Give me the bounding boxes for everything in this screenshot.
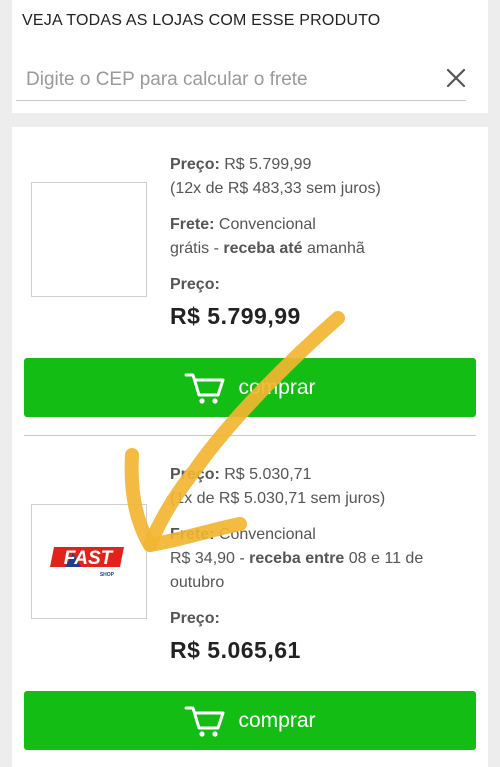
store-logo [31,182,147,297]
divider [24,435,476,436]
cep-input[interactable] [16,60,466,101]
price-line: Preço: R$ 5.799,99 [170,156,312,173]
installments: (1x de R$ 5.030,71 sem juros) [170,490,386,507]
fastshop-logo: FAST SHOP [50,547,124,578]
section-title: VEJA TODAS AS LOJAS COM ESSE PRODUTO [22,12,381,29]
installments: (12x de R$ 483,33 sem juros) [170,180,381,197]
total-label: Preço: [170,276,220,293]
close-icon[interactable] [442,64,470,92]
total-label: Preço: [170,610,220,627]
cart-icon [184,373,225,404]
offer-details: Preço: R$ 5.799,99 (12x de R$ 483,33 sem… [170,153,480,330]
shipping-line: Frete: Convencional [170,216,316,233]
cart-icon [184,706,225,737]
delivery-line: grátis - receba até amanhã [170,240,365,257]
offers-list: Preço: R$ 5.799,99 (12x de R$ 483,33 sem… [12,127,488,767]
delivery-line: R$ 34,90 - receba entre 08 e 11 de [170,550,424,567]
fastshop-logo-text: FAST [64,548,114,569]
total-price: R$ 5.799,99 [170,303,301,329]
store-logo: FAST SHOP [31,504,147,619]
cep-section: VEJA TODAS AS LOJAS COM ESSE PRODUTO [12,0,488,113]
price-line: Preço: R$ 5.030,71 [170,466,312,483]
shipping-line: Frete: Convencional [170,526,316,543]
offer-details: Preço: R$ 5.030,71 (1x de R$ 5.030,71 se… [170,463,480,664]
buy-button[interactable]: comprar [24,691,476,750]
buy-button[interactable]: comprar [24,358,476,417]
fastshop-logo-subtext: SHOP [100,572,115,578]
delivery-line-2: outubro [170,574,225,591]
total-price: R$ 5.065,61 [170,637,301,663]
buy-button-label: comprar [238,375,316,399]
buy-button-label: comprar [238,708,316,732]
